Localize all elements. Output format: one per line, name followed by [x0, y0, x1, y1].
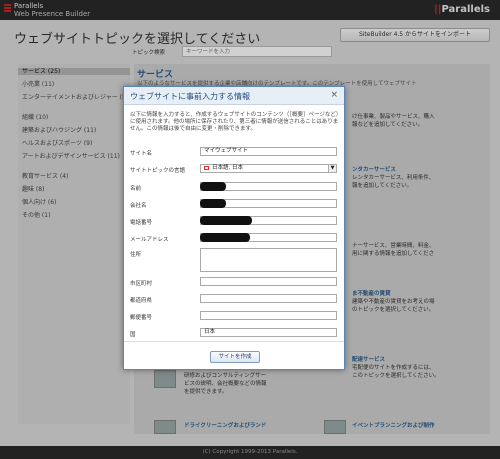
- japan-flag-icon: [204, 165, 209, 170]
- dialog-intro: 以下に情報を入力すると、作成するウェブサイトのコンテンツ（［概要］ページなど）に…: [130, 112, 339, 132]
- email-label: メールアドレス: [130, 237, 169, 243]
- close-icon[interactable]: ×: [330, 90, 338, 100]
- redaction-mark: [200, 233, 250, 242]
- address-textarea[interactable]: [200, 248, 337, 272]
- postal-label: 郵便番号: [130, 315, 153, 321]
- phone-label: 電話番号: [130, 220, 153, 226]
- name-label: 名前: [130, 186, 142, 192]
- dialog-divider: [124, 341, 344, 342]
- footer: (C) Copyright 1999-2013 Parallels.: [0, 446, 500, 459]
- redaction-mark: [200, 182, 226, 191]
- redaction-mark: [200, 216, 252, 225]
- dialog-title: ウェブサイトに事前入力する情報: [130, 92, 250, 101]
- site-language-label: サイトトピックの言語: [130, 168, 186, 174]
- city-label: 市区町村: [130, 281, 153, 287]
- chevron-down-icon: ▼: [328, 165, 336, 172]
- country-label: 国: [130, 332, 136, 338]
- address-label: 住所: [130, 252, 142, 258]
- company-label: 会社名: [130, 203, 147, 209]
- prefecture-field[interactable]: [200, 294, 337, 303]
- prefill-info-dialog: ウェブサイトに事前入力する情報 × 以下に情報を入力すると、作成するウェブサイト…: [123, 86, 345, 370]
- create-site-button[interactable]: サイトを作成: [210, 351, 260, 363]
- postal-field[interactable]: [200, 311, 337, 320]
- city-field[interactable]: [200, 277, 337, 286]
- site-name-field[interactable]: マイウェブサイト: [200, 147, 337, 156]
- site-name-label: サイト名: [130, 151, 153, 157]
- country-field[interactable]: 日本: [200, 328, 337, 337]
- site-language-select[interactable]: 日本語, 日本 ▼: [200, 164, 337, 173]
- redaction-mark: [200, 199, 226, 208]
- dialog-header: ウェブサイトに事前入力する情報 ×: [124, 87, 344, 105]
- prefecture-label: 都道府県: [130, 298, 153, 304]
